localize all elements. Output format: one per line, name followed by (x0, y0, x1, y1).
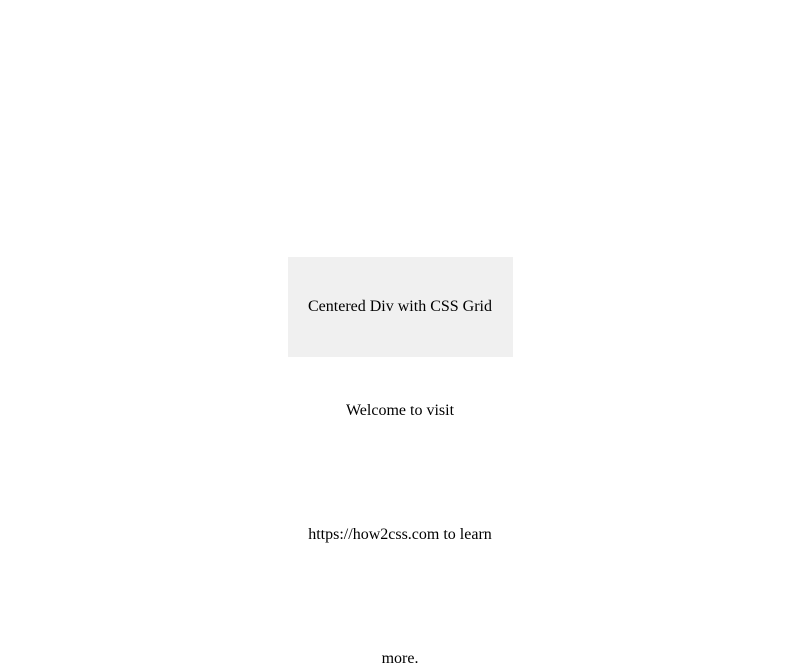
page-container: Centered Div with CSS Grid Welcome to vi… (0, 0, 800, 670)
centered-box-text: Centered Div with CSS Grid (308, 298, 492, 316)
centered-box: Centered Div with CSS Grid (288, 257, 513, 357)
welcome-text-line-3: more. (382, 650, 419, 668)
welcome-text-line-1: Welcome to visit (346, 402, 454, 420)
welcome-text-line-2: https://how2css.com to learn (308, 526, 492, 544)
